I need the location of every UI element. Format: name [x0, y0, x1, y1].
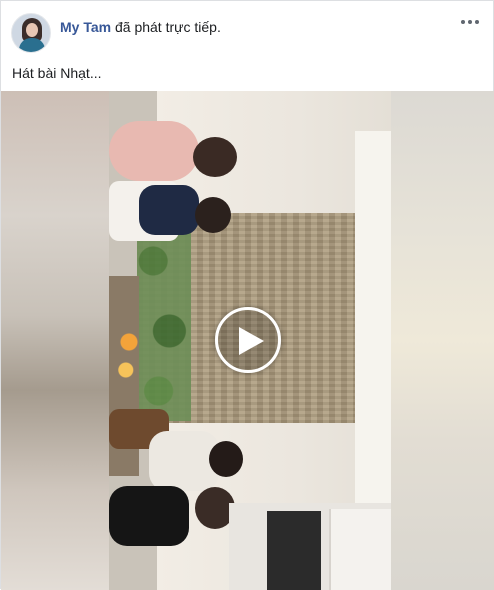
more-options-icon[interactable]	[459, 13, 481, 31]
video-blur-right	[391, 91, 494, 590]
live-action-text: đã phát trực tiếp.	[111, 19, 221, 35]
video-oven	[267, 511, 321, 590]
video-person-head	[193, 137, 237, 177]
video-person	[109, 121, 199, 181]
video-blur-left	[1, 91, 109, 590]
author-avatar[interactable]	[11, 13, 51, 53]
dot-icon	[461, 20, 465, 24]
video-kitchen	[229, 503, 391, 590]
dot-icon	[475, 20, 479, 24]
video-cabinet	[329, 509, 391, 590]
video-person-head	[209, 441, 243, 477]
author-name-link[interactable]: My Tam	[60, 19, 111, 35]
dot-icon	[468, 20, 472, 24]
video-table-items	[113, 321, 145, 391]
post-header: My Tam đã phát trực tiếp.	[11, 13, 481, 55]
play-button[interactable]	[215, 307, 281, 373]
live-video-post: My Tam đã phát trực tiếp. Hát bài Nhạt..…	[0, 0, 494, 590]
avatar-face	[26, 23, 38, 37]
video-person	[139, 185, 199, 235]
video-person	[109, 486, 189, 546]
video-plants	[137, 221, 191, 421]
post-caption: Hát bài Nhạt...	[12, 65, 102, 81]
play-icon	[239, 327, 264, 355]
live-video-player[interactable]	[1, 91, 494, 590]
post-byline: My Tam đã phát trực tiếp.	[60, 18, 221, 36]
video-person-head	[195, 197, 231, 233]
video-window	[355, 131, 391, 551]
avatar-body	[19, 38, 45, 52]
